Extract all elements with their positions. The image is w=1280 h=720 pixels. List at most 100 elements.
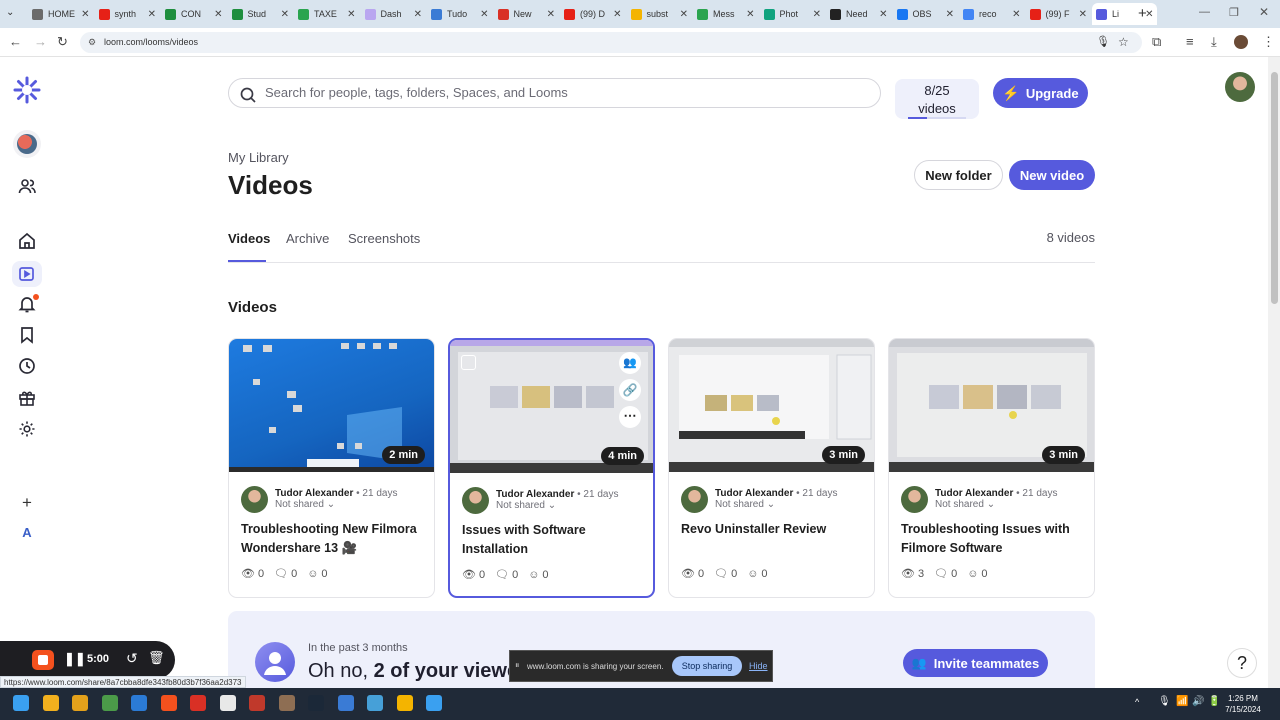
pause-icon[interactable]: ❚❚ (64, 651, 86, 667)
tab-close-icon[interactable]: ✕ (148, 9, 156, 20)
forward-icon[interactable]: → (34, 34, 47, 49)
volume-icon[interactable]: 🔊 (1192, 696, 1204, 707)
video-card[interactable]: 👥 🔗 ⋯ 4 min Tudor Alexander • 21 days No… (448, 338, 655, 598)
extensions-icon[interactable]: ⧉ (1152, 34, 1161, 50)
workspace-initial[interactable]: A (16, 521, 38, 543)
media-control-icon[interactable]: ≡ (1186, 34, 1194, 49)
video-title[interactable]: Troubleshooting New Filmora Wondershare … (241, 520, 426, 558)
tab-close-icon[interactable]: ✕ (81, 9, 89, 20)
browser-tab[interactable]: Phot ✕ (760, 3, 825, 25)
mic-icon[interactable]: 🎙 (1096, 32, 1110, 53)
search-input[interactable]: Search for people, tags, folders, Spaces… (228, 78, 881, 108)
video-title[interactable]: Issues with Software Installation (462, 521, 647, 559)
library-icon[interactable] (12, 261, 42, 287)
app-icon[interactable] (219, 695, 236, 711)
browser-tab[interactable]: (99) D ✕ (560, 3, 625, 25)
add-workspace-icon[interactable]: + (16, 492, 38, 514)
tray-mic-icon[interactable]: 🎙 (1158, 696, 1171, 707)
scrollbar-thumb[interactable] (1271, 72, 1278, 304)
invite-teammates-button[interactable]: 👥 Invite teammates (903, 649, 1048, 677)
delete-icon[interactable]: 🗑 (148, 650, 165, 666)
author-name[interactable]: Tudor Alexander (935, 488, 1013, 499)
app-icon[interactable] (190, 695, 206, 711)
tab-close-icon[interactable]: ✕ (214, 9, 222, 20)
tab-close-icon[interactable]: ✕ (547, 9, 555, 20)
app-icon[interactable] (249, 695, 265, 711)
reload-icon[interactable]: ↻ (57, 34, 68, 50)
browser-tab[interactable]: OBS ✕ (893, 3, 958, 25)
share-people-icon[interactable]: 👥 (619, 352, 641, 374)
browser-tab[interactable]: subst ✕ (627, 3, 692, 25)
chrome-icon[interactable] (42, 695, 59, 711)
author-name[interactable]: Tudor Alexander (715, 488, 793, 499)
upgrade-button[interactable]: ⚡ Upgrade (993, 78, 1088, 108)
video-thumbnail[interactable]: 2 min (229, 339, 434, 472)
video-thumbnail[interactable]: 👥 🔗 ⋯ 4 min (450, 340, 653, 473)
select-checkbox[interactable] (461, 355, 476, 370)
new-folder-button[interactable]: New folder (914, 160, 1003, 190)
restore-icon[interactable]: ❐ (1229, 6, 1239, 19)
tab-close-icon[interactable]: ✕ (746, 9, 754, 20)
browser-tab[interactable]: New ✕ (494, 3, 559, 25)
tab-close-icon[interactable]: ✕ (414, 9, 422, 20)
app-icon[interactable] (367, 695, 383, 711)
sharing-status[interactable]: Not shared ⌄ (275, 499, 335, 510)
bookmark-star-icon[interactable]: ☆ (1118, 32, 1129, 53)
video-card[interactable]: 3 min Tudor Alexander • 21 days Not shar… (888, 338, 1095, 598)
video-thumbnail[interactable]: 3 min (669, 339, 874, 472)
app-icon[interactable] (337, 695, 354, 711)
browser-tab[interactable]: Dash ✕ (361, 3, 426, 25)
stop-recording-icon[interactable] (32, 650, 54, 670)
drag-handle-icon[interactable]: ⏸ (515, 660, 520, 671)
tab-close-icon[interactable]: ✕ (813, 9, 821, 20)
close-window-icon[interactable]: ✕ (1259, 5, 1269, 19)
new-tab-icon[interactable]: + (1138, 5, 1147, 22)
browser-tab[interactable]: synth ✕ (95, 3, 160, 25)
gift-icon[interactable] (16, 387, 38, 409)
back-icon[interactable]: ← (9, 34, 22, 49)
new-video-button[interactable]: New video (1009, 160, 1095, 190)
stop-sharing-button[interactable]: Stop sharing (672, 656, 742, 676)
tab-videos[interactable]: Videos (228, 231, 270, 246)
history-icon[interactable] (16, 355, 38, 377)
taskbar-clock[interactable]: 1:26 PM 7/15/2024 (1223, 693, 1263, 715)
file-explorer-icon[interactable] (72, 695, 88, 711)
author-name[interactable]: Tudor Alexander (275, 488, 353, 499)
minimize-icon[interactable]: — (1199, 6, 1210, 18)
site-info-icon[interactable]: ⚙ (88, 32, 96, 53)
app-icon[interactable] (131, 695, 147, 711)
video-title[interactable]: Revo Uninstaller Review (681, 520, 866, 539)
battery-icon[interactable]: 🔋 (1208, 696, 1220, 707)
notepad-icon[interactable] (426, 695, 442, 711)
home-icon[interactable] (16, 230, 38, 252)
tab-close-icon[interactable]: ✕ (347, 9, 355, 20)
wifi-icon[interactable]: 📶 (1176, 696, 1188, 707)
sharing-status[interactable]: Not shared ⌄ (496, 500, 556, 511)
tab-close-icon[interactable]: ✕ (281, 9, 289, 20)
help-button[interactable]: ? (1227, 648, 1257, 678)
tab-screenshots[interactable]: Screenshots (348, 231, 420, 246)
workspace-icon[interactable] (13, 130, 41, 158)
settings-gear-icon[interactable] (16, 418, 38, 440)
browser-tab[interactable]: Tudo ✕ (427, 3, 492, 25)
watch-later-icon[interactable] (16, 324, 38, 346)
tab-close-icon[interactable]: ✕ (480, 9, 488, 20)
tab-search-icon[interactable]: ⌄ (6, 7, 14, 18)
sharing-status[interactable]: Not shared ⌄ (935, 499, 995, 510)
app-icon[interactable] (101, 695, 118, 711)
tab-close-icon[interactable]: ✕ (1012, 9, 1020, 20)
browser-tab[interactable]: TAXE ✕ (294, 3, 359, 25)
app-icon[interactable] (278, 695, 295, 711)
sharing-status[interactable]: Not shared ⌄ (715, 499, 775, 510)
restart-icon[interactable]: ↺ (126, 650, 138, 667)
browser-tab[interactable]: reco ✕ (959, 3, 1024, 25)
notifications-icon[interactable] (16, 293, 39, 315)
browser-tab[interactable]: CON ✕ (161, 3, 226, 25)
video-thumbnail[interactable]: 3 min (889, 339, 1094, 472)
app-icon[interactable] (160, 695, 177, 711)
hide-button[interactable]: Hide (749, 661, 768, 671)
browser-tab[interactable]: Need ✕ (826, 3, 891, 25)
browser-tab[interactable]: HOME ✕ (28, 3, 93, 25)
members-icon[interactable] (16, 175, 38, 197)
breadcrumb[interactable]: My Library (228, 150, 289, 165)
